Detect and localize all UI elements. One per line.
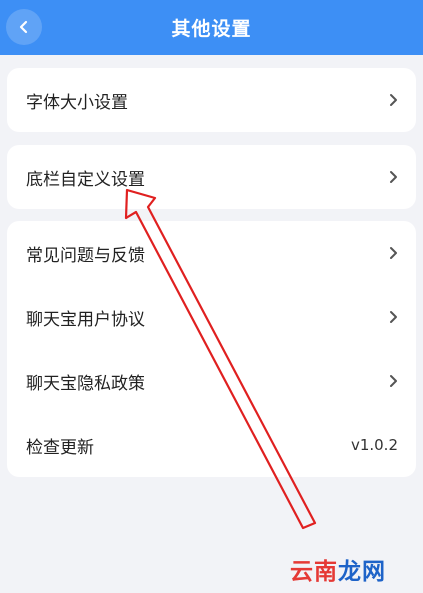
watermark: 云南龙网 [290, 552, 386, 586]
chevron-right-icon [390, 311, 397, 323]
watermark-text-red: 云南 [290, 559, 338, 585]
app-header: 其他设置 [0, 0, 423, 55]
chevron-left-icon [19, 20, 28, 34]
user-agreement-row[interactable]: 聊天宝用户协议 [7, 285, 416, 349]
check-update-label: 检查更新 [26, 437, 94, 458]
faq-row[interactable]: 常见问题与反馈 [7, 221, 416, 285]
user-agreement-label: 聊天宝用户协议 [26, 309, 145, 330]
font-size-setting-row[interactable]: 字体大小设置 [7, 68, 416, 132]
faq-label: 常见问题与反馈 [26, 245, 145, 266]
chevron-right-icon [390, 171, 397, 183]
version-value: v1.0.2 [350, 436, 398, 454]
chevron-right-icon [390, 247, 397, 259]
chevron-right-icon [390, 94, 397, 106]
privacy-policy-row[interactable]: 聊天宝隐私政策 [7, 349, 416, 413]
check-update-row[interactable]: 检查更新 v1.0.2 [7, 413, 416, 477]
back-button[interactable] [6, 9, 42, 45]
chevron-right-icon [390, 375, 397, 387]
font-size-setting-label: 字体大小设置 [26, 92, 128, 113]
privacy-policy-label: 聊天宝隐私政策 [26, 373, 145, 394]
settings-card-bottom-bar: 底栏自定义设置 [7, 145, 416, 209]
settings-card-font: 字体大小设置 [7, 68, 416, 132]
bottom-bar-setting-label: 底栏自定义设置 [26, 169, 145, 190]
bottom-bar-setting-row[interactable]: 底栏自定义设置 [7, 145, 416, 209]
settings-card-general: 常见问题与反馈 聊天宝用户协议 聊天宝隐私政策 检查更新 v1.0.2 [7, 221, 416, 477]
watermark-text-blue: 龙网 [338, 559, 386, 585]
page-title: 其他设置 [171, 18, 252, 40]
